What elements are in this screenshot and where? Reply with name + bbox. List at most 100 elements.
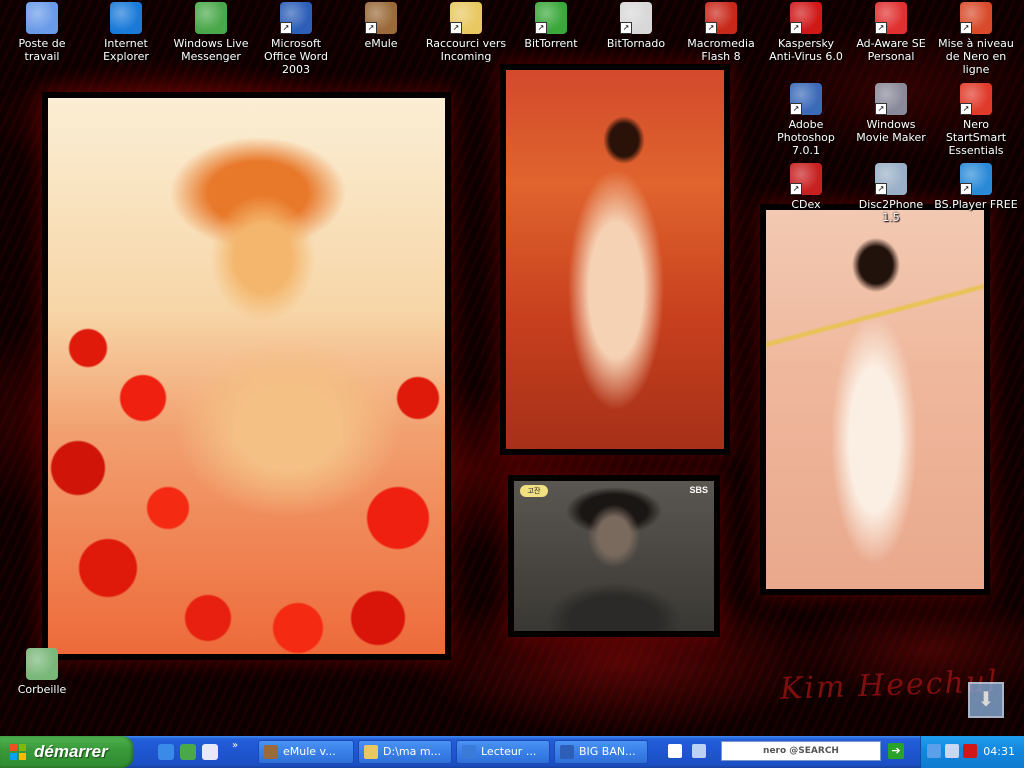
adobe-photoshop-icon: ↗ — [790, 83, 822, 115]
desktop-icon-poste-de-travail[interactable]: Poste de travail — [0, 2, 84, 63]
poste-de-travail-icon — [26, 2, 58, 34]
system-tray: 04:31 — [920, 736, 1024, 768]
help-tray-icon[interactable] — [668, 744, 682, 758]
desktop-icon-bs-player-free[interactable]: ↗ BS.Player FREE — [934, 163, 1018, 211]
windows-movie-maker-icon: ↗ — [875, 83, 907, 115]
cdex-icon: ↗ — [790, 163, 822, 195]
shortcut-arrow-icon: ↗ — [365, 22, 377, 34]
desktop-icon-label: Windows Movie Maker — [856, 118, 926, 144]
scroll-down-button[interactable]: ⬇ — [968, 682, 1004, 718]
desktop-icon-cdex[interactable]: ↗ CDex — [764, 163, 848, 211]
disc2phone-icon: ↗ — [875, 163, 907, 195]
desktop-icon-disc2phone[interactable]: ↗ Disc2Phone 1.5 — [849, 163, 933, 224]
task-label: Lecteur ... — [481, 745, 537, 758]
search-go-button[interactable]: ➔ — [888, 743, 904, 759]
shortcut-arrow-icon: ↗ — [875, 22, 887, 34]
desktop-icon-label: Ad-Aware SE Personal — [856, 37, 926, 63]
task-label: eMule v... — [283, 745, 336, 758]
shortcut-arrow-icon: ↗ — [790, 103, 802, 115]
desktop-icon-raccourci-vers-incoming[interactable]: ↗ Raccourci vers Incoming — [424, 2, 508, 63]
desktop-icon-label: Mise à niveau de Nero en ligne — [938, 37, 1014, 76]
desktop-icon-internet-explorer[interactable]: Internet Explorer — [84, 2, 168, 63]
wallpaper-photo-stage-white — [766, 210, 984, 589]
task-lecteur-icon — [462, 745, 476, 759]
emule-icon: ↗ — [365, 2, 397, 34]
desktop-icon-macromedia-flash-8[interactable]: ↗ Macromedia Flash 8 — [679, 2, 763, 63]
kaspersky-anti-virus-icon: ↗ — [790, 2, 822, 34]
shortcut-arrow-icon: ↗ — [790, 183, 802, 195]
quicklaunch-overflow-chevron[interactable]: » — [232, 740, 238, 751]
desktop-icon-label: Macromedia Flash 8 — [687, 37, 755, 63]
shortcut-arrow-icon: ↗ — [960, 103, 972, 115]
desktop-icon-kaspersky-anti-virus[interactable]: ↗ Kaspersky Anti-Virus 6.0 — [764, 2, 848, 63]
desktop-icon-label: BitTorrent — [524, 37, 578, 50]
start-button[interactable]: démarrer — [0, 736, 134, 768]
desktop-icon-ad-aware-se-personal[interactable]: ↗ Ad-Aware SE Personal — [849, 2, 933, 63]
messenger-quicklaunch-icon[interactable] — [180, 744, 196, 760]
shortcut-arrow-icon: ↗ — [620, 22, 632, 34]
task-label: D:\ma m... — [383, 745, 442, 758]
task-emule[interactable]: eMule v... — [258, 740, 354, 764]
desktop-icon-label: CDex — [791, 198, 821, 211]
shortcut-arrow-icon: ↗ — [705, 22, 717, 34]
windows-flag-icon — [10, 744, 26, 760]
desktop-icon-label: Corbeille — [17, 683, 67, 696]
shortcut-arrow-icon: ↗ — [450, 22, 462, 34]
desktop-icon-corbeille[interactable]: Corbeille — [0, 648, 84, 696]
shortcut-arrow-icon: ↗ — [790, 22, 802, 34]
windows-live-messenger-icon — [195, 2, 227, 34]
media-quicklaunch-icon[interactable] — [202, 744, 218, 760]
taskbar: démarrer » eMule v... D:\ma m... Lecteur .… — [0, 736, 1024, 768]
desktop: 고잔 SBS Kim Heechul ⬇ Poste de travail Int… — [0, 0, 1024, 736]
task-bigbang[interactable]: BIG BAN... — [554, 740, 648, 764]
shortcut-arrow-icon: ↗ — [875, 183, 887, 195]
nero-search-input[interactable]: nero @SEARCH — [721, 741, 881, 761]
shortcut-arrow-icon: ↗ — [960, 22, 972, 34]
internet-explorer-icon — [110, 2, 142, 34]
ie-quicklaunch-icon[interactable] — [158, 744, 174, 760]
desktop-icon-bittorrent[interactable]: ↗ BitTorrent — [509, 2, 593, 50]
desktop-icon-microsoft-office-word-2003[interactable]: ↗ Microsoft Office Word 2003 — [254, 2, 338, 76]
shortcut-arrow-icon: ↗ — [875, 103, 887, 115]
desktop-icon-label: Nero StartSmart Essentials — [945, 118, 1007, 157]
desktop-icon-windows-live-messenger[interactable]: Windows Live Messenger — [169, 2, 253, 63]
arrow-down-icon: ⬇ — [977, 687, 995, 711]
shortcut-arrow-icon: ↗ — [535, 22, 547, 34]
macromedia-flash-8-icon: ↗ — [705, 2, 737, 34]
task-explorer[interactable]: D:\ma m... — [358, 740, 452, 764]
bs-player-free-icon: ↗ — [960, 163, 992, 195]
desktop-icon-bittornado[interactable]: ↗ BitTornado — [594, 2, 678, 50]
switch-tray-icon[interactable] — [692, 744, 706, 758]
desktop-icon-label: Disc2Phone 1.5 — [858, 198, 924, 224]
desktop-icon-label: Microsoft Office Word 2003 — [264, 37, 328, 76]
wallpaper-photo-stage-red — [506, 70, 724, 449]
task-explorer-icon — [364, 745, 378, 759]
corbeille-icon — [26, 648, 58, 680]
task-bigbang-icon — [560, 745, 574, 759]
desktop-icon-label: Adobe Photoshop 7.0.1 — [777, 118, 835, 157]
desktop-icon-mise-a-niveau-nero[interactable]: ↗ Mise à niveau de Nero en ligne — [934, 2, 1018, 76]
desktop-icon-label: BitTornado — [606, 37, 666, 50]
desktop-icon-adobe-photoshop[interactable]: ↗ Adobe Photoshop 7.0.1 — [764, 83, 848, 157]
start-label: démarrer — [34, 742, 108, 761]
desktop-icon-emule[interactable]: ↗ eMule — [339, 2, 423, 50]
desktop-icon-label: BS.Player FREE — [934, 198, 1018, 211]
tray-kaspersky-icon[interactable] — [963, 744, 977, 758]
clock: 04:31 — [983, 745, 1015, 758]
desktop-icon-nero-startsmart[interactable]: ↗ Nero StartSmart Essentials — [934, 83, 1018, 157]
wallpaper-signature: Kim Heechul — [779, 664, 1000, 707]
task-label: BIG BAN... — [579, 745, 636, 758]
bittornado-icon: ↗ — [620, 2, 652, 34]
desktop-icon-windows-movie-maker[interactable]: ↗ Windows Movie Maker — [849, 83, 933, 144]
sbs-logo: SBS — [689, 485, 708, 495]
desktop-icon-label: Kaspersky Anti-Virus 6.0 — [769, 37, 843, 63]
bittorrent-icon: ↗ — [535, 2, 567, 34]
tray-network-icon[interactable] — [945, 744, 959, 758]
wallpaper-photo-tv: 고잔 SBS — [514, 481, 714, 631]
wallpaper-photo-bath — [48, 98, 445, 654]
desktop-icon-label: Windows Live Messenger — [173, 37, 249, 63]
task-emule-icon — [264, 745, 278, 759]
tray-back-icon[interactable] — [927, 744, 941, 758]
ad-aware-se-personal-icon: ↗ — [875, 2, 907, 34]
task-lecteur[interactable]: Lecteur ... — [456, 740, 550, 764]
